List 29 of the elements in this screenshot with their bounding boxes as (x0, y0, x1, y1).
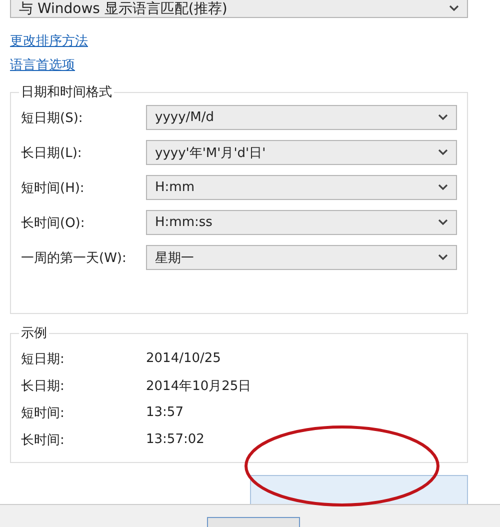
example-value: 2014年10月25日 (146, 378, 252, 394)
example-label: 短日期: (21, 350, 66, 368)
format-dropdown[interactable]: H:mm (146, 175, 457, 200)
example-value: 13:57 (146, 405, 184, 420)
field-label: 一周的第一天(W): (21, 250, 128, 266)
chevron-down-icon (438, 149, 448, 156)
format-dropdown[interactable]: yyyy'年'M'月'd'日' (146, 140, 457, 165)
example-label: 长日期: (21, 378, 66, 394)
example-value: 13:57:02 (146, 432, 204, 447)
chevron-down-icon (438, 114, 448, 121)
format-dropdown[interactable]: yyyy/M/d (146, 105, 457, 130)
field-label: 短日期(S): (21, 110, 84, 126)
settings-link[interactable]: 语言首选项 (10, 56, 75, 74)
example-value: 2014/10/25 (146, 351, 221, 366)
chevron-down-icon (438, 254, 448, 261)
language-dropdown[interactable]: 与 Windows 显示语言匹配(推荐) (10, 0, 468, 18)
format-dropdown[interactable]: H:mm:ss (146, 210, 457, 235)
field-label: 短时间(H): (21, 180, 86, 196)
format-dropdown[interactable]: 星期一 (146, 245, 457, 270)
chevron-down-icon (438, 184, 448, 191)
settings-link[interactable]: 更改排序方法 (10, 32, 88, 50)
chevron-down-icon (438, 219, 448, 226)
field-label: 长日期(L): (21, 144, 83, 162)
example-label: 长时间: (21, 432, 66, 448)
group-title: 日期和时间格式 (19, 83, 114, 101)
field-label: 长时间(O): (21, 214, 86, 232)
group-title: 示例 (19, 324, 49, 342)
chevron-down-icon (449, 5, 459, 12)
example-label: 短时间: (21, 404, 66, 422)
